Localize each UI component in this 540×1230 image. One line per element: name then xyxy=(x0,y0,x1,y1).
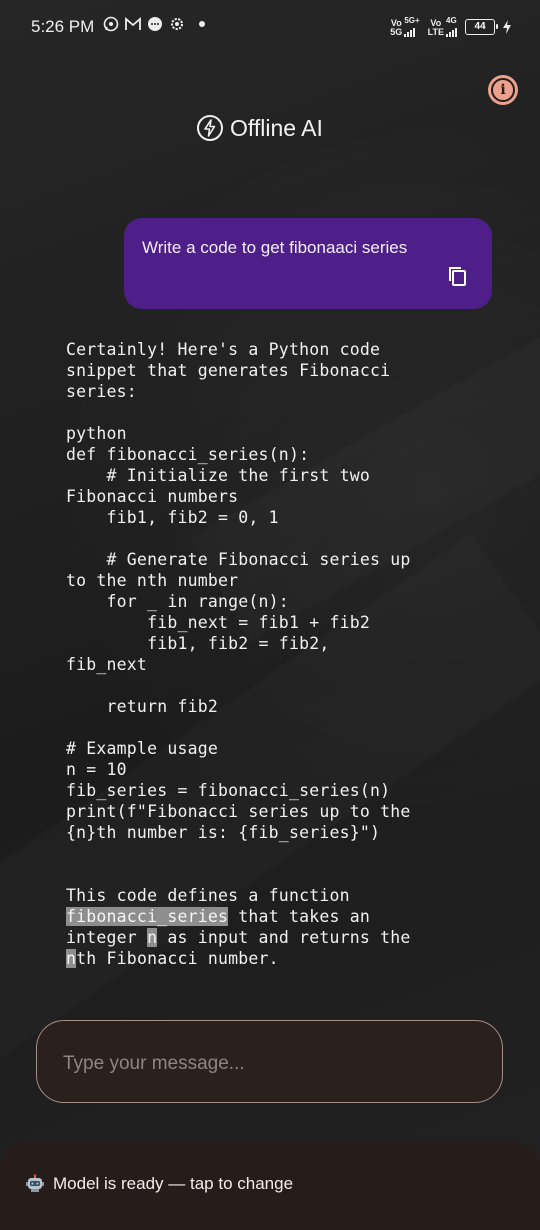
app-title: Offline AI xyxy=(230,114,323,141)
net2-type: 4G xyxy=(446,16,457,25)
battery-level: 44 xyxy=(474,21,486,32)
assistant-intro: Certainly! Here's a Python code snippet … xyxy=(66,340,391,401)
chat-icon xyxy=(148,17,162,31)
assistant-outro-line3: as input and returns the xyxy=(157,928,411,947)
network-4g-indicator: Vo LTE 4G xyxy=(428,16,457,37)
net1-type: 5G+ xyxy=(404,16,420,25)
settings-gear-icon xyxy=(171,18,183,30)
highlighted-text: fibonacci_series xyxy=(66,907,229,926)
battery-icon: 44 xyxy=(465,18,498,35)
charging-bolt-icon xyxy=(503,19,511,34)
model-status-label: Model is ready — tap to change xyxy=(53,1174,294,1193)
battery-indicator: 44 xyxy=(465,18,512,35)
net2-bottom: LTE xyxy=(427,27,444,37)
status-time: 5:26 PM xyxy=(31,17,95,36)
notification-icons xyxy=(103,16,205,32)
robot-icon xyxy=(26,1174,44,1192)
assistant-outro-line2: that takes an xyxy=(228,907,371,926)
user-message-text: Write a code to get fibonaaci series xyxy=(142,238,408,257)
app-header: Offline AI xyxy=(196,114,323,142)
gmail-icon xyxy=(125,17,141,30)
more-notifications-dot xyxy=(199,21,205,27)
network-5g-indicator: Vo 5G 5G+ xyxy=(390,16,420,37)
assistant-message: Certainly! Here's a Python code snippet … xyxy=(66,339,506,969)
model-status-bar[interactable]: Model is ready — tap to change xyxy=(0,1142,540,1230)
assistant-outro-line4: th Fibonacci number. xyxy=(76,949,279,968)
highlighted-text: n xyxy=(66,949,77,968)
user-message-bubble: Write a code to get fibonaaci series xyxy=(124,218,492,309)
signal-bars-icon xyxy=(404,25,419,37)
status-bar: 5:26 PM Vo 5G 5G+ Vo LTE 4G 44 xyxy=(0,0,540,56)
info-icon: i xyxy=(491,78,515,102)
assistant-outro-line3-pre: integer xyxy=(66,928,148,947)
assistant-code: python def fibonacci_series(n): # Initia… xyxy=(66,424,411,842)
message-input-container[interactable] xyxy=(36,1020,503,1103)
signal-bars-icon xyxy=(446,25,457,37)
info-button[interactable]: i xyxy=(488,75,518,105)
bolt-logo-icon xyxy=(197,115,223,141)
system-status-icons: Vo 5G 5G+ Vo LTE 4G 44 xyxy=(390,16,512,37)
whatsapp-icon xyxy=(103,16,119,32)
copy-icon xyxy=(449,267,466,286)
model-status[interactable]: Model is ready — tap to change xyxy=(25,1174,293,1194)
assistant-outro-line1: This code defines a function xyxy=(66,886,350,905)
net1-bottom: 5G xyxy=(390,27,403,37)
highlighted-text: n xyxy=(147,928,158,947)
copy-button[interactable] xyxy=(446,264,470,288)
message-input[interactable] xyxy=(61,1049,465,1079)
